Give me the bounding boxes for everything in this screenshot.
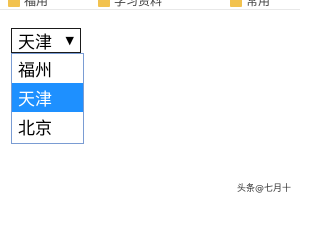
city-select[interactable]: 天津 ▼ (11, 28, 81, 53)
select-option-fuzhou[interactable]: 福州 (12, 54, 83, 83)
watermark-text: 头条@七月十 (237, 184, 292, 194)
bookmark-label: 学习资料 (114, 0, 163, 8)
select-value: 天津 (18, 33, 52, 53)
folder-icon (98, 0, 110, 7)
bookmarks-bar: 福用 学习资料 常用 (0, 0, 300, 10)
bookmark-item[interactable]: 福用 (8, 0, 49, 8)
select-option-tianjin[interactable]: 天津 (12, 83, 83, 112)
folder-icon (8, 0, 20, 7)
folder-icon (230, 0, 242, 7)
bookmark-label: 常用 (246, 0, 271, 8)
bookmark-label: 福用 (24, 0, 49, 8)
bookmark-item[interactable]: 学习资料 (98, 0, 163, 8)
select-dropdown-list: 福州 天津 北京 (11, 53, 84, 144)
bookmark-item[interactable]: 常用 (230, 0, 271, 8)
dropdown-arrow-icon[interactable]: ▼ (66, 34, 74, 48)
select-option-beijing[interactable]: 北京 (12, 112, 83, 141)
